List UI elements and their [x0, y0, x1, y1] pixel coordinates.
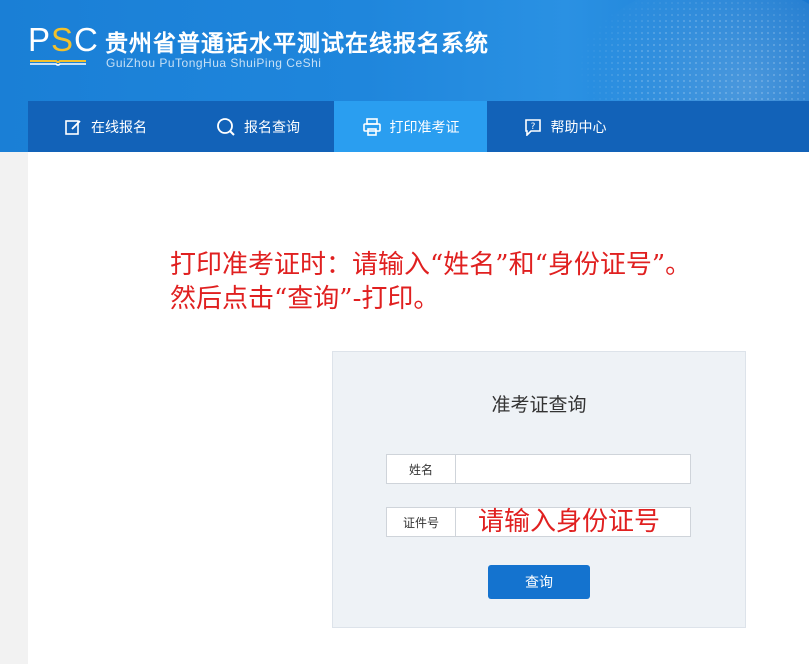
- card-title: 准考证查询: [491, 394, 587, 416]
- nav-item-registration-query[interactable]: 报名查询: [182, 101, 334, 152]
- book-icon: [30, 60, 86, 66]
- nav-label: 打印准考证: [389, 119, 460, 136]
- instruction-line-2: 然后点击“查询”-打印。: [170, 284, 440, 314]
- search-icon: [216, 117, 236, 137]
- site-subtitle: GuiZhou PuTongHua ShuiPing CeShi: [106, 56, 322, 70]
- name-field: 姓名: [386, 454, 691, 484]
- site-header: PSC 贵州省普通话水平测试在线报名系统 GuiZhou PuTongHua S…: [0, 0, 809, 152]
- nav-item-help-center[interactable]: ? 帮助中心: [487, 101, 642, 152]
- edit-icon: [63, 117, 83, 137]
- printer-icon: [362, 117, 382, 137]
- site-title: 贵州省普通话水平测试在线报名系统: [105, 31, 489, 57]
- nav-item-print-admission-ticket[interactable]: 打印准考证: [334, 101, 487, 152]
- admission-query-card: 准考证查询 姓名 证件号 查询: [332, 351, 746, 628]
- help-icon: ?: [523, 117, 543, 137]
- logo-text: PSC: [28, 21, 99, 58]
- instruction-annotation: 打印准考证时：请输入“姓名”和“身份证号”。 然后点击“查询”-打印。: [170, 248, 691, 316]
- main-nav: 在线报名 报名查询 打印准考证 ? 帮助中心: [28, 101, 809, 152]
- name-label: 姓名: [387, 455, 456, 483]
- nav-label: 在线报名: [91, 119, 147, 136]
- psc-logo: PSC: [28, 21, 99, 70]
- nav-label: 报名查询: [244, 119, 300, 136]
- nav-label: 帮助中心: [550, 119, 607, 136]
- svg-text:?: ?: [530, 122, 535, 132]
- query-button[interactable]: 查询: [488, 565, 590, 599]
- instruction-line-1: 打印准考证时：请输入“姓名”和“身份证号”。: [170, 250, 692, 280]
- id-number-label: 证件号: [387, 508, 456, 536]
- name-input[interactable]: [456, 455, 690, 483]
- nav-item-online-registration[interactable]: 在线报名: [28, 101, 182, 152]
- id-number-hint-annotation: 请输入身份证号: [478, 507, 661, 537]
